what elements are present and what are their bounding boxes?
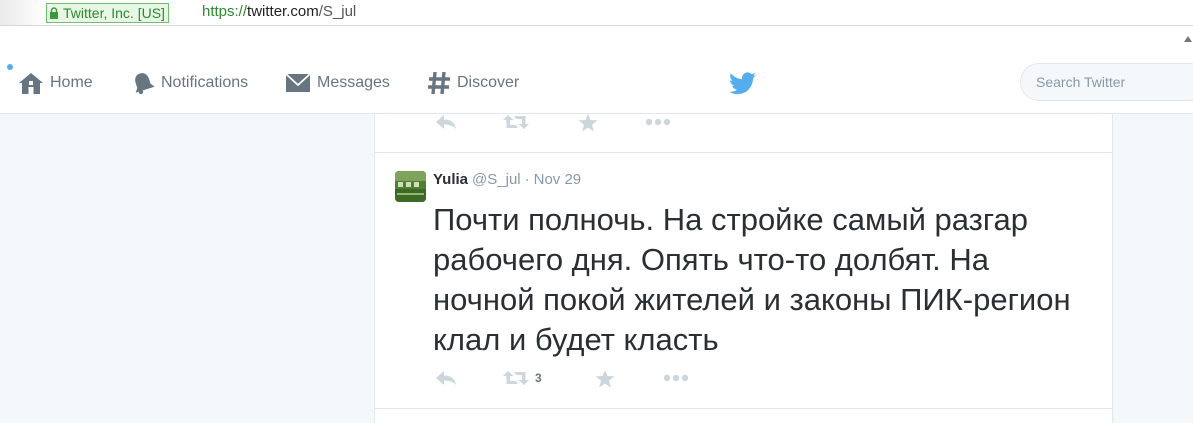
notifications-bell-icon: [135, 73, 155, 95]
favorite-button[interactable]: [578, 114, 598, 132]
home-icon: [19, 73, 43, 94]
tweet-author-handle[interactable]: @S_jul: [472, 171, 521, 188]
nav-home-label: Home: [50, 74, 93, 91]
reply-icon: [436, 115, 456, 129]
more-button[interactable]: [645, 114, 671, 130]
nav-home[interactable]: Home: [18, 70, 93, 96]
twitter-bird-icon[interactable]: [729, 72, 757, 96]
search-input[interactable]: [1020, 63, 1193, 101]
timeline: Yulia @S_jul · Nov 29 Почти полночь. На стр…: [374, 114, 1113, 423]
tweet-text: Почти полночь. На стройке самый разгар р…: [433, 202, 1071, 357]
retweet-button[interactable]: [503, 114, 529, 130]
discover-hash-icon: [428, 71, 450, 95]
url-field[interactable]: https://twitter.com/S_jul: [202, 3, 356, 21]
nav-discover-label: Discover: [457, 74, 520, 91]
tweet-actions: 3: [435, 370, 735, 390]
retweet-icon: [503, 115, 529, 129]
favorite-button[interactable]: [595, 370, 615, 388]
new-notification-dot: [7, 64, 13, 70]
nav-messages-label: Messages: [317, 74, 390, 91]
url-path: /S_jul: [318, 3, 357, 20]
nav-notifications-label: Notifications: [161, 74, 249, 91]
messages-envelope-icon: [285, 73, 311, 92]
retweet-icon: [503, 371, 529, 385]
avatar[interactable]: [395, 171, 426, 202]
nav-messages[interactable]: Messages: [285, 70, 390, 96]
reply-button[interactable]: [435, 370, 457, 386]
favorite-star-icon: [578, 114, 598, 132]
secure-identity-badge[interactable]: Twitter, Inc. [US]: [46, 3, 169, 23]
retweet-button[interactable]: 3: [503, 370, 542, 386]
top-navigation-bar: Home Notifications Messages Discover: [0, 26, 1193, 114]
nav-notifications[interactable]: Notifications: [131, 70, 248, 96]
lock-icon: [50, 7, 58, 19]
tweet-divider: [375, 152, 1112, 153]
more-button[interactable]: [663, 370, 689, 386]
secure-identity-label: Twitter, Inc. [US]: [63, 5, 165, 21]
reply-button[interactable]: [435, 114, 457, 130]
reply-icon: [436, 371, 456, 385]
tweet-divider: [375, 408, 1112, 409]
address-bar-edge: [0, 0, 44, 25]
url-host: twitter.com: [247, 3, 319, 20]
previous-tweet-actions: [435, 114, 735, 134]
retweet-count: 3: [535, 371, 542, 385]
tweet-header-separator: ·: [524, 171, 530, 188]
avatar-image: [395, 171, 426, 202]
nav-discover[interactable]: Discover: [427, 70, 519, 96]
scrollbar-up-arrow[interactable]: [1184, 36, 1192, 42]
tweet-header: Yulia @S_jul · Nov 29: [433, 171, 581, 189]
favorite-star-icon: [595, 370, 615, 388]
tweet-author-name[interactable]: Yulia: [433, 171, 468, 188]
tweet-timestamp[interactable]: Nov 29: [534, 171, 582, 188]
more-icon: [663, 374, 689, 382]
browser-address-bar: Twitter, Inc. [US] https://twitter.com/S…: [0, 0, 1193, 26]
more-icon: [645, 118, 671, 126]
url-scheme: https://: [202, 3, 248, 20]
